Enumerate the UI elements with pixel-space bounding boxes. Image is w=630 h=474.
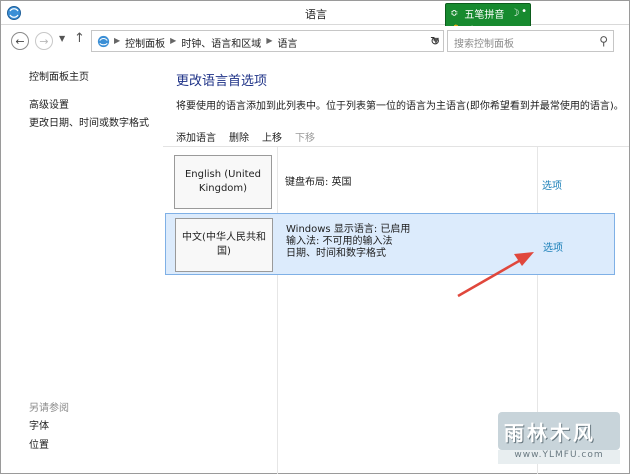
control-panel-small-icon: [97, 35, 110, 48]
breadcrumb-clock-language-region[interactable]: 时钟、语言和区域: [181, 35, 261, 50]
language-info-date-time-format: 日期、时间和数字格式: [286, 248, 386, 259]
watermark-logo: 雨林木风 www.YLMFU.com: [498, 412, 620, 464]
language-info-input-method: 输入法: 不可用的输入法: [286, 236, 393, 247]
breadcrumb-separator-icon[interactable]: ▶: [170, 35, 176, 50]
breadcrumb-control-panel[interactable]: 控制面板: [125, 35, 165, 50]
language-tile-english[interactable]: English (United Kingdom): [174, 155, 272, 209]
see-also-fonts[interactable]: 字体: [29, 417, 49, 432]
ime-name[interactable]: 五笔拼音: [464, 6, 504, 21]
breadcrumb-separator-icon[interactable]: ▶: [266, 35, 272, 50]
search-input[interactable]: 搜索控制面板 ⚲: [447, 30, 614, 52]
see-also-title: 另请参阅: [29, 403, 69, 414]
add-language-button[interactable]: 添加语言: [176, 129, 216, 144]
page-title: 更改语言首选项: [176, 74, 268, 89]
watermark-url: www.YLMFU.com: [498, 450, 620, 464]
ime-expand-icon[interactable]: ≎: [450, 8, 458, 19]
language-row-english[interactable]: English (United Kingdom) 键盘布局: 英国 选项: [165, 151, 615, 213]
main-content: 更改语言首选项 将要使用的语言添加到此列表中。位于列表第一位的语言为主语言(即你…: [163, 56, 629, 474]
chinese-options-link[interactable]: 选项: [543, 239, 563, 254]
address-bar[interactable]: ▶ 控制面板 ▶ 时钟、语言和区域 ▶ 语言 ▼: [91, 30, 444, 52]
sidebar-item-change-date-time-format[interactable]: 更改日期、时间或数字格式: [29, 114, 149, 129]
up-arrow-icon[interactable]: ↑: [74, 31, 85, 46]
sidebar-item-advanced-settings[interactable]: 高级设置: [29, 96, 69, 111]
sidebar: 控制面板主页 高级设置 更改日期、时间或数字格式 另请参阅 字体 位置: [1, 56, 163, 473]
search-placeholder: 搜索控制面板: [454, 39, 514, 50]
refresh-icon[interactable]: ↻: [426, 30, 444, 52]
window-title: 语言: [305, 8, 327, 21]
breadcrumb-separator-icon[interactable]: ▶: [114, 35, 120, 50]
remove-button[interactable]: 删除: [229, 129, 249, 144]
watermark-text: 雨林木风: [504, 421, 596, 445]
search-icon[interactable]: ⚲: [599, 34, 608, 48]
language-info-keyboard: 键盘布局: 英国: [285, 177, 352, 188]
navigation-bar: ← → ▼ ↑ ▶ 控制面板 ▶ 时钟、语言和区域 ▶ 语言 ▼ ↻ 搜索控制面…: [1, 26, 629, 56]
title-bar: 语言: [1, 1, 629, 25]
move-down-button[interactable]: 下移: [295, 129, 315, 144]
watermark-badge: 雨林木风: [498, 412, 620, 450]
english-options-link[interactable]: 选项: [542, 177, 562, 192]
language-toolbar: 添加语言 删除 上移 下移: [176, 129, 315, 144]
see-also-location[interactable]: 位置: [29, 436, 49, 451]
breadcrumb: ▶ 控制面板 ▶ 时钟、语言和区域 ▶ 语言: [114, 35, 297, 50]
forward-button[interactable]: →: [35, 32, 53, 50]
language-tile-chinese[interactable]: 中文(中华人民共和国): [175, 218, 273, 272]
move-up-button[interactable]: 上移: [262, 129, 282, 144]
language-row-chinese[interactable]: 中文(中华人民共和国) Windows 显示语言: 已启用 输入法: 不可用的输…: [165, 213, 615, 275]
ime-moon-icon[interactable]: ☽: [510, 8, 519, 19]
breadcrumb-language[interactable]: 语言: [277, 35, 297, 50]
ime-dot-icon[interactable]: •: [521, 6, 527, 17]
control-panel-icon: [7, 6, 21, 20]
recent-pages-chevron-icon[interactable]: ▼: [59, 34, 65, 43]
language-info-display-language: Windows 显示语言: 已启用: [286, 224, 411, 235]
page-description: 将要使用的语言添加到此列表中。位于列表第一位的语言为主语言(即你希望看到并最常使…: [176, 101, 624, 112]
back-button[interactable]: ←: [11, 32, 29, 50]
sidebar-item-control-panel-home[interactable]: 控制面板主页: [29, 68, 89, 83]
